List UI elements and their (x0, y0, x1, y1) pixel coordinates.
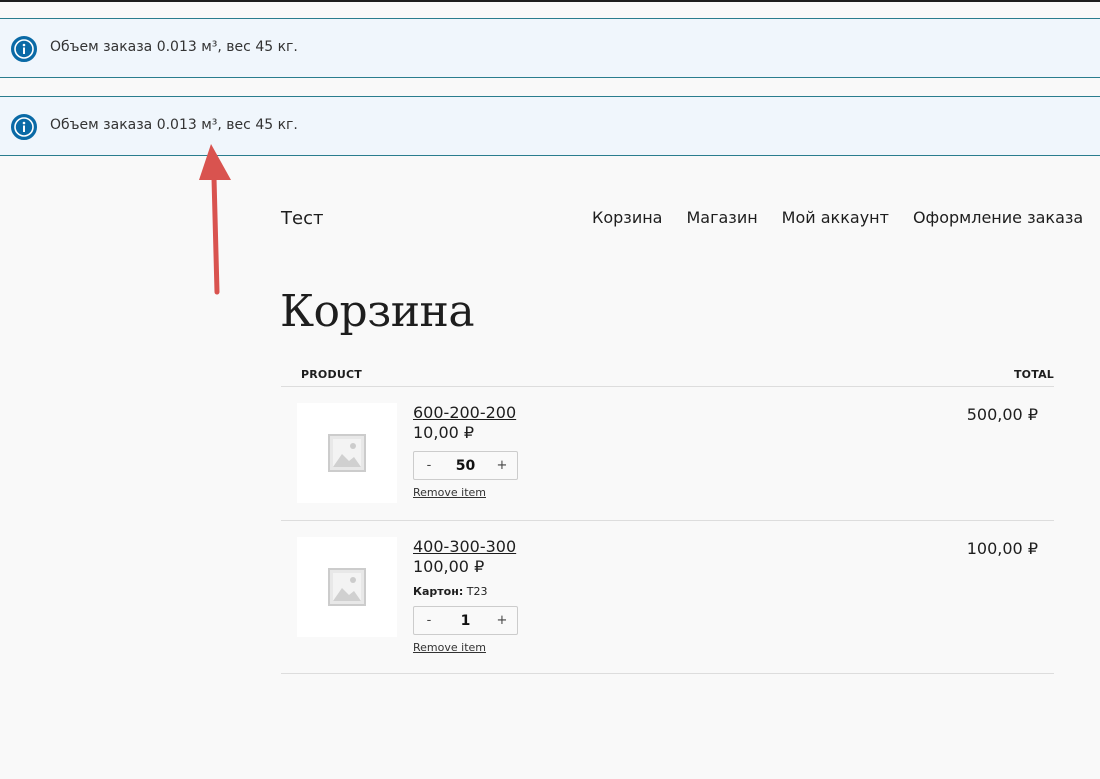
nav-checkout[interactable]: Оформление заказа (913, 208, 1083, 227)
row-total: 500,00 ₽ (966, 405, 1038, 424)
info-notice: Объем заказа 0.013 м³, вес 45 кг. (0, 96, 1100, 156)
cart-row: 600-200-200 10,00 ₽ - + Remove item 500,… (281, 387, 1054, 521)
row-total: 100,00 ₽ (966, 539, 1038, 558)
column-product: PRODUCT (301, 368, 362, 381)
notice-message: Объем заказа 0.013 м³, вес 45 кг. (50, 117, 298, 133)
variation-label: Картон: (413, 585, 464, 598)
image-placeholder-icon (328, 434, 366, 472)
quantity-input[interactable] (442, 611, 489, 630)
quantity-decrease-button[interactable]: - (422, 458, 436, 473)
image-placeholder-icon (328, 568, 366, 606)
remove-item-link[interactable]: Remove item (413, 486, 518, 499)
quantity-input[interactable] (442, 456, 489, 475)
info-icon (11, 114, 37, 140)
nav-cart[interactable]: Корзина (592, 208, 662, 227)
info-notice: Объем заказа 0.013 м³, вес 45 кг. (0, 18, 1100, 78)
quantity-increase-button[interactable]: + (495, 613, 509, 628)
main-nav: Корзина Магазин Мой аккаунт Оформление з… (592, 208, 1083, 227)
cart-header: PRODUCT TOTAL (281, 360, 1054, 387)
site-title[interactable]: Тест (281, 208, 323, 229)
nav-account[interactable]: Мой аккаунт (782, 208, 889, 227)
product-price: 100,00 ₽ (413, 557, 485, 576)
product-price: 10,00 ₽ (413, 423, 475, 442)
nav-shop[interactable]: Магазин (686, 208, 757, 227)
cart-table: PRODUCT TOTAL 600-200-200 10,00 ₽ - + Re… (281, 360, 1054, 674)
product-thumbnail[interactable] (297, 403, 397, 503)
quantity-stepper: - + (413, 606, 518, 635)
page-title: Корзина (280, 286, 475, 337)
quantity-decrease-button[interactable]: - (422, 613, 436, 628)
remove-item-link[interactable]: Remove item (413, 641, 518, 654)
cart-row: 400-300-300 100,00 ₽ Картон: Т23 - + Rem… (281, 521, 1054, 674)
variation-value: Т23 (466, 585, 488, 598)
top-border (0, 0, 1100, 2)
quantity-stepper: - + (413, 451, 518, 480)
notice-message: Объем заказа 0.013 м³, вес 45 кг. (50, 39, 298, 55)
quantity-increase-button[interactable]: + (495, 458, 509, 473)
info-icon (11, 36, 37, 62)
product-name-link[interactable]: 600-200-200 (413, 403, 518, 423)
product-thumbnail[interactable] (297, 537, 397, 637)
product-variation: Картон: Т23 (413, 585, 518, 598)
product-name-link[interactable]: 400-300-300 (413, 537, 518, 557)
column-total: TOTAL (1013, 368, 1054, 381)
